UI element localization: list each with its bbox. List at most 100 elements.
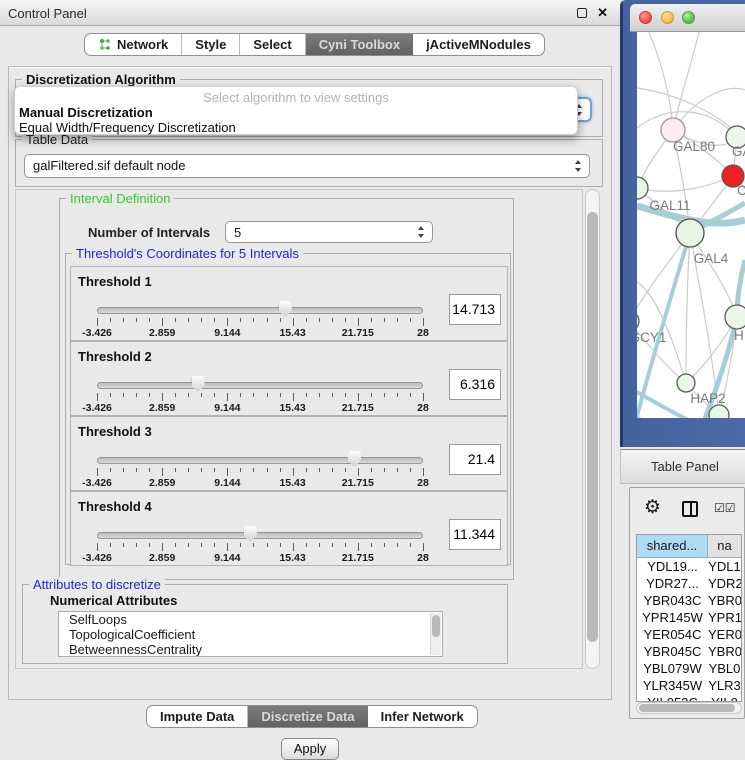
cell-shared-name[interactable]: YBR045C [637, 643, 708, 660]
interval-definition-group-title: Interval Definition [66, 191, 174, 206]
control-panel-title: Control Panel [8, 6, 87, 21]
threshold-value-field[interactable]: 6.316 [449, 369, 501, 400]
cell-shared-name[interactable]: YIL052C [637, 694, 708, 702]
minimize-traffic-light-icon[interactable] [661, 11, 674, 24]
threshold-slider-thumb[interactable] [348, 451, 361, 467]
cell-name[interactable]: YIL0 [708, 694, 741, 702]
cell-name[interactable]: YER0 [708, 626, 741, 643]
network-edge[interactable] [637, 416, 679, 418]
network-edge[interactable] [637, 176, 733, 191]
cell-shared-name[interactable]: YLR345W [637, 677, 708, 694]
table-row[interactable]: YDR27...YDR2 [637, 575, 741, 592]
node-hap2[interactable] [677, 374, 695, 392]
cell-name[interactable]: YDR2 [708, 575, 741, 592]
table-row[interactable]: YDL19...YDL1 [637, 558, 741, 575]
threshold-slider-track[interactable] [97, 532, 423, 539]
threshold-label: Threshold 1 [78, 274, 152, 289]
bottom-tab-impute-data[interactable]: Impute Data [147, 706, 248, 727]
close-icon[interactable]: ✕ [597, 5, 608, 21]
node-h[interactable] [725, 305, 745, 329]
discretization-algorithm-group-title: Discretization Algorithm [22, 72, 180, 87]
threshold-slider-thumb[interactable] [279, 301, 292, 317]
node-gcy1[interactable] [637, 311, 639, 331]
table-row[interactable]: YBR045CYBR0 [637, 643, 741, 660]
threshold-label: Threshold 2 [78, 349, 152, 364]
table-panel-titlebar: Table Panel [620, 449, 745, 484]
threshold-slider-thumb[interactable] [192, 376, 205, 392]
tab-network[interactable]: Network [85, 34, 182, 55]
cell-shared-name[interactable]: YBR043C [637, 592, 708, 609]
tab-cyni-toolbox[interactable]: Cyni Toolbox [306, 34, 413, 55]
tab-jactivemnodules[interactable]: jActiveMNodules [413, 34, 544, 55]
attributes-to-discretize-group: Attributes to discretize Numerical Attri… [22, 584, 508, 664]
table-data-combobox[interactable]: galFiltered.sif default node [24, 154, 590, 178]
numerical-attributes-list[interactable]: SelfLoopsTopologicalCoefficientBetweenne… [58, 611, 443, 657]
algorithm-option-equal-width[interactable]: Equal Width/Frequency Discretization [19, 120, 236, 135]
threshold-slider-thumb[interactable] [244, 526, 257, 542]
apply-button[interactable]: Apply [281, 738, 339, 760]
float-icon[interactable] [577, 8, 587, 18]
table-horizontal-scrollbar[interactable] [636, 702, 742, 714]
threshold-coordinates-group-title: Threshold's Coordinates for 5 Intervals [72, 246, 303, 261]
table-row[interactable]: YPR145WYPR1 [637, 609, 741, 626]
column-header-shared-name[interactable]: shared... [637, 535, 708, 558]
network-window-titlebar[interactable] [630, 4, 745, 32]
tab-style[interactable]: Style [182, 34, 240, 55]
threshold-panel-3: Threshold 3-3.4262.8599.14415.4321.71528… [70, 416, 508, 491]
cell-name[interactable]: YLR3 [708, 677, 741, 694]
node-attribute-table: shared... na YDL19...YDL1YDR27...YDR2YBR… [636, 534, 742, 702]
threshold-slider-track[interactable] [97, 307, 423, 314]
attributes-list-scrollbar[interactable] [430, 613, 441, 655]
control-panel-tab-bar: NetworkStyleSelectCyni ToolboxjActiveMNo… [84, 33, 545, 56]
tab-select[interactable]: Select [240, 34, 305, 55]
control-panel-titlebar: Control Panel ✕ [0, 0, 620, 26]
table-row[interactable]: YBR043CYBR0 [637, 592, 741, 609]
table-panel-title: Table Panel [651, 459, 719, 474]
attribute-list-item[interactable]: TopologicalCoefficient [59, 627, 442, 642]
zoom-traffic-light-icon[interactable] [682, 11, 695, 24]
slider-axis-labels: -3.4262.8599.14415.4321.71528 [97, 477, 423, 489]
cell-shared-name[interactable]: YPR145W [637, 609, 708, 626]
table-row[interactable]: YER054CYER0 [637, 626, 741, 643]
threshold-value-field[interactable]: 11.344 [449, 519, 501, 550]
cell-name[interactable]: YPR1 [708, 609, 741, 626]
network-edge[interactable] [637, 233, 690, 321]
network-edge[interactable] [673, 32, 699, 130]
threshold-value-field[interactable]: 14.713 [449, 294, 501, 325]
cell-name[interactable]: YBL0 [708, 660, 741, 677]
network-canvas[interactable]: GAL80GACGAL11GAL4GCY1HHAP2 [637, 32, 745, 418]
cell-name[interactable]: YBR0 [708, 643, 741, 660]
network-edge[interactable] [686, 233, 690, 383]
attribute-list-item[interactable]: BetweennessCentrality [59, 642, 442, 657]
cell-name[interactable]: YDL1 [708, 558, 741, 575]
algorithm-placeholder-option[interactable]: Select algorithm to view settings [15, 90, 577, 105]
cell-shared-name[interactable]: YDL19... [637, 558, 708, 575]
slider-axis-labels: -3.4262.8599.14415.4321.71528 [97, 552, 423, 564]
table-row[interactable]: YBL079WYBL0 [637, 660, 741, 677]
cell-shared-name[interactable]: YDR27... [637, 575, 708, 592]
cell-shared-name[interactable]: YER054C [637, 626, 708, 643]
select-columns-icon[interactable]: ☑☑ [714, 501, 736, 515]
algorithm-option-manual[interactable]: Manual Discretization [19, 105, 153, 120]
column-header-name[interactable]: na [708, 535, 741, 558]
settings-vertical-scrollbar[interactable] [585, 189, 600, 669]
threshold-panel-4: Threshold 4-3.4262.8599.14415.4321.71528… [70, 491, 508, 566]
cell-name[interactable]: YBR0 [708, 592, 741, 609]
number-of-intervals-combobox[interactable]: 5 [225, 221, 433, 243]
combo-spinner-icon [575, 160, 582, 172]
split-columns-icon[interactable] [682, 501, 698, 517]
table-row[interactable]: YIL052CYIL0 [637, 694, 741, 702]
bottom-tab-infer-network[interactable]: Infer Network [368, 706, 477, 727]
node-gal4[interactable] [676, 219, 704, 247]
close-traffic-light-icon[interactable] [639, 11, 652, 24]
threshold-slider-track[interactable] [97, 457, 423, 464]
cell-shared-name[interactable]: YBL079W [637, 660, 708, 677]
attribute-list-item[interactable]: SelfLoops [59, 612, 442, 627]
gear-icon[interactable]: ⚙ [644, 498, 661, 517]
threshold-slider-track[interactable] [97, 382, 423, 389]
threshold-value-field[interactable]: 21.4 [449, 444, 501, 475]
network-edge[interactable] [637, 112, 737, 137]
bottom-tab-discretize-data[interactable]: Discretize Data [248, 706, 367, 727]
table-row[interactable]: YLR345WYLR3 [637, 677, 741, 694]
node-label-gal4: GAL4 [694, 251, 729, 266]
